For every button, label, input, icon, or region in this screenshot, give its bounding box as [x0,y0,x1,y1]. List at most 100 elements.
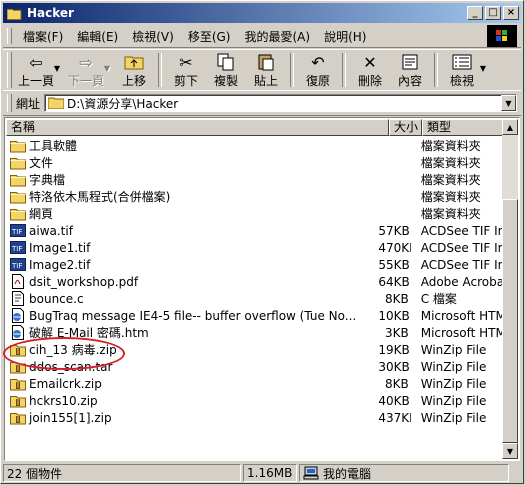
file-name: hckrs10.zip [29,393,98,408]
copy-button[interactable]: 複製 [206,50,246,90]
column-header: 名稱 大小 類型 [6,119,504,136]
file-row[interactable]: 網頁 檔案資料夾 [6,205,504,222]
views-button[interactable]: 檢視 ▼ [442,50,486,90]
menu-go[interactable]: 移至(G) [181,28,238,45]
undo-button[interactable]: ↶ 復原 [298,50,338,90]
folder-icon [7,8,22,20]
file-name-cell: 字典檔 [6,171,378,188]
file-size: 19KB [378,342,410,357]
file-name-cell: 網頁 [6,205,378,222]
file-name: 特洛依木馬程式(合併檔案) [29,190,171,204]
file-name-cell: TIF Image2.tif [6,257,378,272]
file-row[interactable]: BugTraq message IE4-5 file-- buffer over… [6,307,504,324]
menu-edit[interactable]: 編輯(E) [70,28,125,45]
file-size: 30KB [378,359,410,374]
file-row[interactable]: TIF aiwa.tif 57KB ACDSee TIF Ima [6,222,504,239]
file-type: ACDSee TIF Ima [420,257,504,272]
close-button[interactable]: × [503,6,519,20]
menu-help[interactable]: 說明(H) [317,28,373,45]
file-row[interactable]: dsit_workshop.pdf 64KB Adobe Acrobat D [6,273,504,290]
up-folder-icon [122,52,146,72]
views-dropdown-icon[interactable]: ▼ [480,64,486,73]
cut-label: 剪下 [173,74,198,88]
svg-text:TIF: TIF [11,245,22,253]
scroll-up-icon[interactable]: ▲ [502,119,518,135]
file-name: 工具軟體 [29,139,78,153]
up-button[interactable]: 上移 [114,50,154,90]
file-row[interactable]: bounce.c 8KB C 檔案 [6,290,504,307]
svg-text:TIF: TIF [11,228,22,236]
forward-dropdown-icon[interactable]: ▼ [104,64,110,73]
menu-grip [7,28,12,44]
address-grip [7,94,12,112]
menu-favorites[interactable]: 我的最愛(A) [237,28,317,45]
menu-view[interactable]: 檢視(V) [125,28,181,45]
file-type: Adobe Acrobat D [420,274,504,289]
address-dropdown-icon[interactable]: ▼ [501,95,516,111]
maximize-button[interactable]: □ [485,6,501,20]
svg-text:TIF: TIF [11,262,22,270]
address-label: 網址 [16,96,41,111]
file-name: dsit_workshop.pdf [29,274,139,289]
file-type: WinZip File [420,410,487,425]
forward-button[interactable]: ⇨ 下一頁 ▼ [66,50,110,90]
vertical-scrollbar[interactable]: ▲ ▼ [502,119,518,459]
address-bar: 網址 D:\資源分享\Hacker ▼ [3,90,521,116]
cut-button[interactable]: ✂ 剪下 [166,50,206,90]
minimize-button[interactable]: _ [467,6,483,20]
file-type: ACDSee TIF Ima [420,223,504,238]
file-size: 3KB [384,325,409,340]
file-row[interactable]: Emailcrk.zip 8KB WinZip File [6,375,504,392]
menu-bar: 檔案(F) 編輯(E) 檢視(V) 移至(G) 我的最愛(A) 說明(H) [3,25,521,48]
zip-icon [10,376,26,391]
file-size: 64KB [378,274,410,289]
address-input[interactable]: D:\資源分享\Hacker ▼ [44,94,517,112]
delete-x-icon: ✕ [363,52,377,72]
file-name-cell: BugTraq message IE4-5 file-- buffer over… [6,308,378,323]
annotation-circle [3,337,125,370]
back-dropdown-icon[interactable]: ▼ [54,64,60,73]
address-value: D:\資源分享\Hacker [67,96,179,111]
menu-file[interactable]: 檔案(F) [16,28,70,45]
file-name: aiwa.tif [29,223,73,238]
toolbar-separator [342,53,346,87]
file-row[interactable]: TIF Image1.tif 470KB ACDSee TIF Ima [6,239,504,256]
file-type: WinZip File [420,342,487,357]
c-file-icon [10,291,26,306]
file-row[interactable]: 工具軟體 檔案資料夾 [6,137,504,154]
file-row[interactable]: 字典檔 檔案資料夾 [6,171,504,188]
file-list[interactable]: 名稱 大小 類型 工具軟體 檔案資料夾 文件 檔案資料夾 字典檔 檔案資料夾 特洛依木馬程式… [4,117,520,461]
file-row[interactable]: hckrs10.zip 40KB WinZip File [6,392,504,409]
properties-icon [398,52,422,72]
views-label: 檢視 [449,74,474,88]
column-type-header[interactable]: 類型 [422,119,504,136]
folder-icon [10,172,26,187]
scroll-down-icon[interactable]: ▼ [502,443,518,459]
properties-button[interactable]: 內容 [390,50,430,90]
file-name: 字典檔 [29,173,66,187]
paste-label: 貼上 [253,74,278,88]
paste-button[interactable]: 貼上 [246,50,286,90]
scroll-thumb[interactable] [502,199,518,443]
file-row[interactable]: join155[1].zip 437KB WinZip File [6,409,504,426]
windows-logo-icon [487,25,517,47]
file-row[interactable]: 特洛依木馬程式(合併檔案) 檔案資料夾 [6,188,504,205]
folder-icon [10,189,26,204]
delete-button[interactable]: ✕ 刪除 [350,50,390,90]
file-row[interactable]: TIF Image2.tif 55KB ACDSee TIF Ima [6,256,504,273]
title-bar[interactable]: Hacker _ □ × [3,3,521,23]
undo-label: 復原 [305,74,330,88]
scissors-icon: ✂ [179,52,193,72]
file-name-cell: Emailcrk.zip [6,376,378,391]
file-row[interactable]: 文件 檔案資料夾 [6,154,504,171]
file-size: 470KB [378,240,410,255]
file-name: join155[1].zip [29,410,112,425]
file-size: 8KB [384,291,409,306]
up-label: 上移 [121,74,146,88]
tif-icon: TIF [10,240,26,255]
column-size-header[interactable]: 大小 [389,119,422,136]
column-name-header[interactable]: 名稱 [6,119,389,136]
back-button[interactable]: ⇦ 上一頁 ▼ [16,50,60,90]
file-type: WinZip File [420,359,487,374]
file-name: Image2.tif [29,257,91,272]
